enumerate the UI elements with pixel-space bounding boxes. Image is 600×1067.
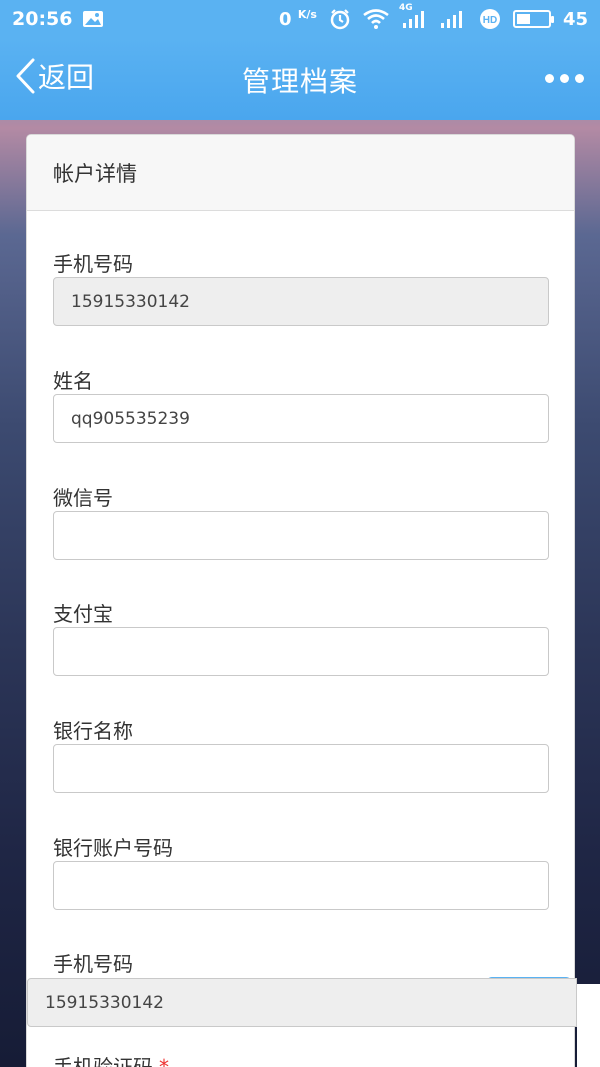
svg-text:HD: HD bbox=[483, 15, 497, 26]
verification-code-label: 手机验证码 * bbox=[53, 1051, 169, 1067]
more-menu-button[interactable] bbox=[545, 74, 584, 83]
bank-account-input[interactable] bbox=[53, 861, 549, 910]
nav-bar: 返回 管理档案 bbox=[0, 38, 600, 120]
image-notification-icon bbox=[82, 10, 104, 28]
phone-input-2[interactable] bbox=[27, 978, 577, 1027]
wifi-icon bbox=[363, 9, 389, 29]
more-dot-icon bbox=[560, 74, 569, 83]
phone-label-2: 手机号码 bbox=[53, 952, 133, 976]
name-label: 姓名 bbox=[53, 369, 93, 393]
network-type-label: 4G bbox=[398, 3, 413, 13]
wechat-label: 微信号 bbox=[53, 486, 113, 510]
signal-icon bbox=[439, 9, 467, 29]
alarm-icon bbox=[329, 8, 351, 30]
status-bar: 20:56 0 K/s 4G HD 45 bbox=[0, 0, 600, 38]
alipay-input[interactable] bbox=[53, 627, 549, 676]
network-speed-unit: K/s bbox=[297, 8, 317, 21]
more-dot-icon bbox=[575, 74, 584, 83]
network-speed-value: 0 bbox=[279, 9, 292, 30]
verification-code-text: 手机验证码 bbox=[53, 1055, 153, 1067]
bank-account-label: 银行账户号码 bbox=[53, 836, 173, 860]
bank-name-input[interactable] bbox=[53, 744, 549, 793]
battery-percent: 45 bbox=[562, 8, 588, 30]
card-header: 帐户详情 bbox=[27, 135, 574, 211]
phone-input[interactable] bbox=[53, 277, 549, 326]
hd-icon: HD bbox=[479, 8, 501, 30]
required-mark: * bbox=[159, 1055, 169, 1067]
alipay-label: 支付宝 bbox=[53, 602, 113, 626]
account-details-card: 帐户详情 手机号码 姓名 微信号 支付宝 银行名称 银行账户号码 手机号码 手机… bbox=[26, 134, 575, 1067]
status-time: 20:56 bbox=[12, 8, 73, 30]
network-speed: 0 K/s bbox=[279, 8, 317, 30]
signal-4g-icon: 4G bbox=[399, 3, 427, 29]
overlay-edge bbox=[577, 984, 600, 1067]
page-title: 管理档案 bbox=[241, 65, 358, 98]
wechat-input[interactable] bbox=[53, 511, 549, 560]
bank-name-label: 银行名称 bbox=[53, 719, 133, 743]
battery-icon bbox=[512, 10, 554, 28]
phone-label: 手机号码 bbox=[53, 252, 133, 276]
more-dot-icon bbox=[545, 74, 554, 83]
name-input[interactable] bbox=[53, 394, 549, 443]
